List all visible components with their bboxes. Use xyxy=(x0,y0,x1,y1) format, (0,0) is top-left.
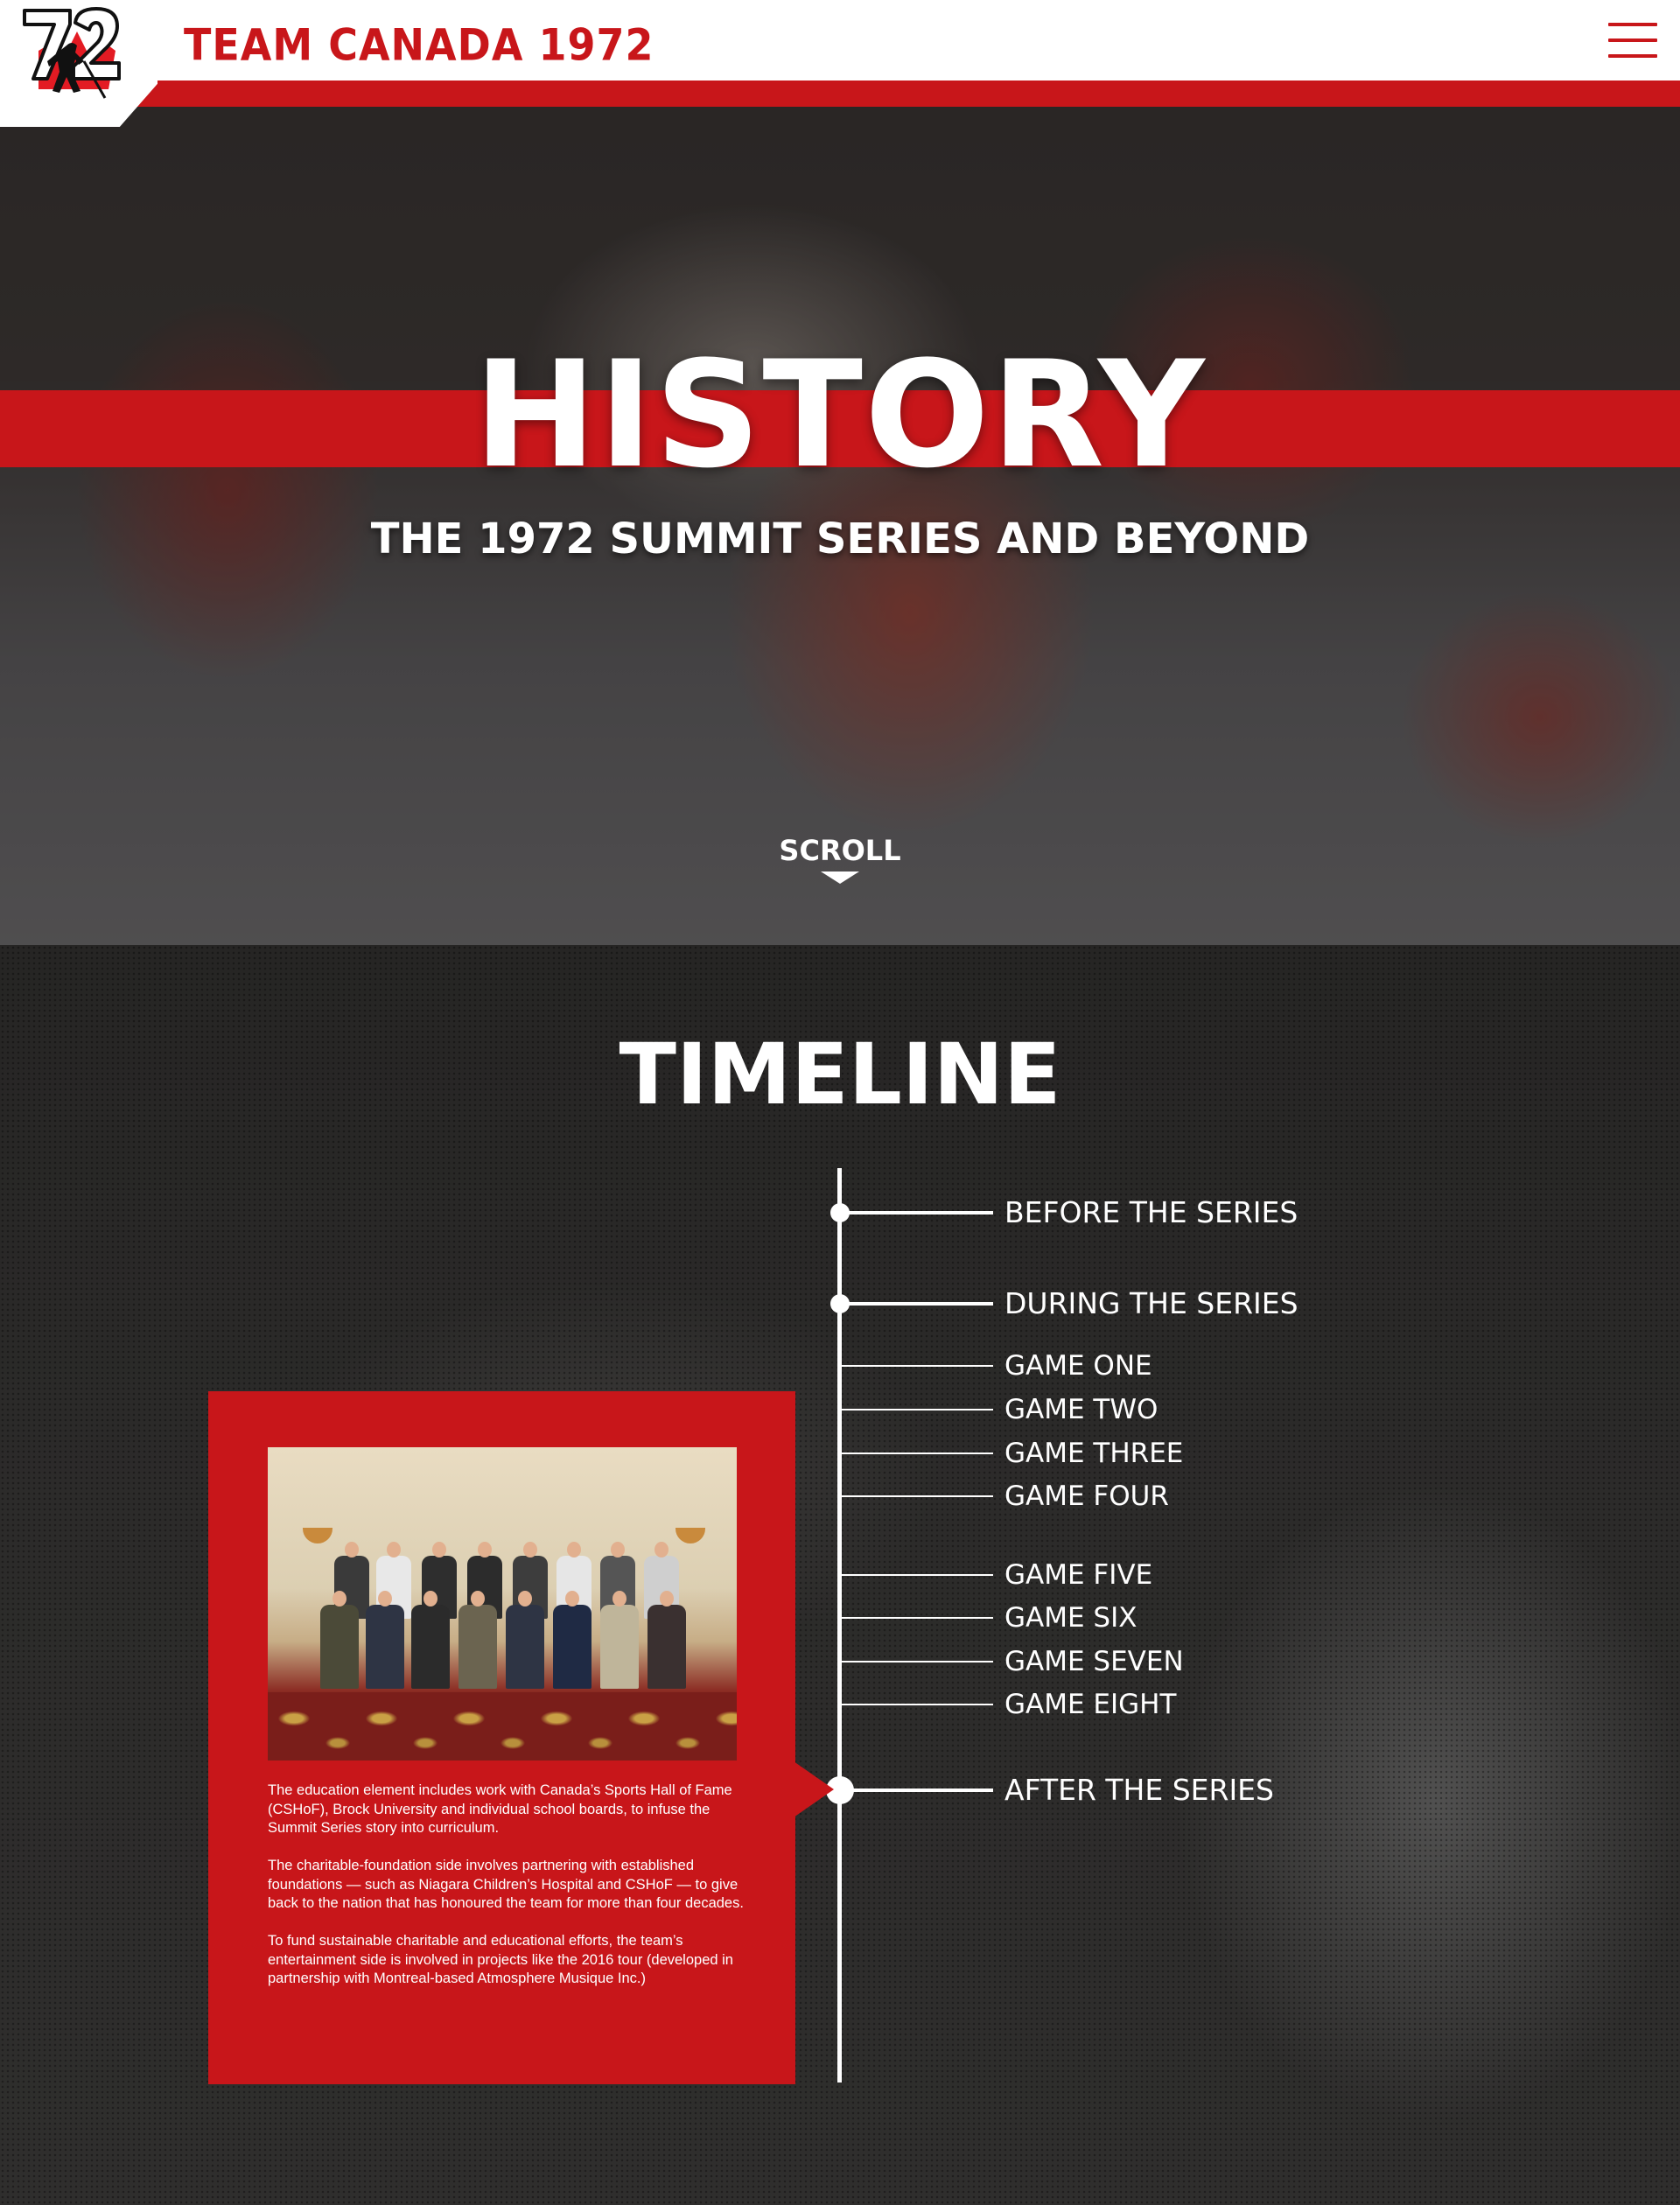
scroll-label: SCROLL xyxy=(779,834,901,867)
timeline-item-label[interactable]: GAME THREE xyxy=(1004,1436,1183,1471)
timeline-branch xyxy=(840,1365,993,1367)
page-subtitle: THE 1972 SUMMIT SERIES AND BEYOND xyxy=(370,514,1310,564)
person-figure xyxy=(600,1591,639,1689)
timeline-item-label[interactable]: AFTER THE SERIES xyxy=(1004,1773,1274,1808)
timeline-branch xyxy=(840,1574,993,1576)
brand-title[interactable]: TEAM CANADA 1972 xyxy=(184,19,654,70)
timeline-branch xyxy=(840,1788,993,1792)
person-figure xyxy=(648,1591,686,1689)
team-group-photo xyxy=(268,1447,737,1760)
card-pointer xyxy=(794,1761,834,1817)
carpet xyxy=(268,1692,737,1760)
person-figure xyxy=(411,1591,450,1689)
person-figure xyxy=(506,1591,544,1689)
timeline-item-label[interactable]: GAME EIGHT xyxy=(1004,1687,1176,1722)
site-logo[interactable] xyxy=(0,0,158,127)
person-figure xyxy=(553,1591,592,1689)
timeline-item-label[interactable]: DURING THE SERIES xyxy=(1004,1286,1298,1321)
hamburger-icon[interactable] xyxy=(1608,23,1657,58)
timeline-dot-icon xyxy=(830,1294,850,1313)
page-title: HISTORY xyxy=(473,329,1207,500)
card-paragraph: The charitable-foundation side involves … xyxy=(268,1858,744,1911)
timeline-item-label[interactable]: GAME FOUR xyxy=(1004,1479,1169,1514)
scroll-button[interactable]: SCROLL xyxy=(752,833,928,884)
card-text: The education element includes work with… xyxy=(268,1782,746,2007)
timeline-item-label[interactable]: GAME SIX xyxy=(1004,1600,1137,1635)
wall-lamp xyxy=(303,1528,332,1544)
timeline-heading: TIMELINE xyxy=(619,1026,1061,1124)
timeline-item-label[interactable]: BEFORE THE SERIES xyxy=(1004,1195,1298,1230)
person-figure xyxy=(366,1591,404,1689)
person-figure xyxy=(458,1591,497,1689)
timeline-item-label[interactable]: GAME TWO xyxy=(1004,1392,1158,1427)
timeline-item-label[interactable]: GAME ONE xyxy=(1004,1348,1152,1383)
wall-lamp xyxy=(676,1528,705,1544)
logo-72-icon xyxy=(23,7,121,99)
timeline-branch xyxy=(840,1661,993,1662)
timeline-branch xyxy=(840,1452,993,1454)
timeline-branch xyxy=(840,1211,993,1214)
header-red-stripe xyxy=(118,80,1680,107)
timeline-branch xyxy=(840,1495,993,1497)
timeline-item-label[interactable]: GAME FIVE xyxy=(1004,1558,1152,1592)
timeline-branch xyxy=(840,1409,993,1410)
timeline-branch xyxy=(840,1302,993,1306)
hero-section: HISTORY THE 1972 SUMMIT SERIES AND BEYON… xyxy=(0,0,1680,945)
card-paragraph: The education element includes work with… xyxy=(268,1782,732,1836)
timeline-item-label[interactable]: GAME SEVEN xyxy=(1004,1644,1184,1679)
card-paragraph: To fund sustainable charitable and educa… xyxy=(268,1933,733,1986)
timeline-branch xyxy=(840,1704,993,1705)
triangle-down-icon xyxy=(821,872,859,884)
person-figure xyxy=(320,1591,359,1689)
timeline-branch xyxy=(840,1617,993,1619)
site-header: TEAM CANADA 1972 xyxy=(0,0,1680,127)
timeline-dot-icon xyxy=(830,1203,850,1222)
